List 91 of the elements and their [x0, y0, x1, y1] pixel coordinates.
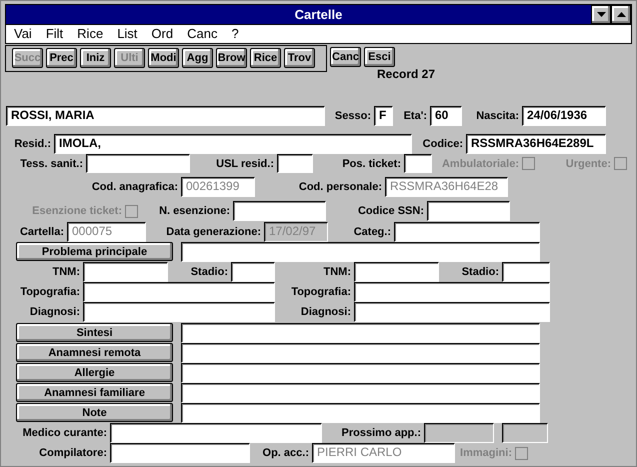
- text-field[interactable]: [277, 154, 313, 173]
- field-label: Ambulatoriale:: [440, 158, 520, 170]
- field-label: Topografia:: [290, 286, 352, 298]
- field-label: Op. acc.:: [262, 447, 310, 459]
- field-label: TNM:: [322, 266, 352, 278]
- text-field[interactable]: [354, 302, 550, 322]
- text-field[interactable]: [502, 262, 550, 282]
- text-field[interactable]: [181, 363, 540, 383]
- text-field[interactable]: [394, 222, 540, 242]
- field-label: Compilatore:: [38, 447, 108, 459]
- text-field[interactable]: 24/06/1936: [522, 106, 606, 126]
- text-field[interactable]: IMOLA,: [54, 134, 412, 154]
- field-label: Medico curante:: [22, 427, 108, 439]
- field-label: N. esenzione:: [158, 205, 231, 217]
- toolbar-button[interactable]: Brow: [216, 48, 247, 68]
- toolbar-button[interactable]: Prec: [46, 48, 77, 68]
- toolbar-button[interactable]: Trov: [284, 48, 315, 68]
- section-button[interactable]: Allergie: [16, 363, 173, 382]
- up-triangle-icon: [616, 12, 626, 17]
- field-label: Stadio:: [190, 266, 229, 278]
- field-label: Nascita:: [475, 110, 520, 122]
- text-field[interactable]: [181, 323, 540, 343]
- toolbar-button[interactable]: Agg: [182, 48, 213, 68]
- field-label: Tess. sanit.:: [19, 158, 84, 170]
- field-label: Stadio:: [460, 266, 500, 278]
- text-field[interactable]: [427, 201, 510, 221]
- maximize-button[interactable]: [611, 5, 631, 24]
- text-field[interactable]: RSSMRA36H64E289L: [466, 134, 606, 154]
- toolbar-button[interactable]: Modi: [148, 48, 179, 68]
- field-label: Categ.:: [352, 226, 392, 238]
- text-field[interactable]: PIERRI CARLO: [312, 443, 455, 463]
- field-label: Diagnosi:: [300, 306, 352, 318]
- toolbar-button[interactable]: Iniz: [80, 48, 111, 68]
- text-field[interactable]: F: [374, 106, 393, 126]
- text-field[interactable]: [83, 302, 275, 322]
- text-field[interactable]: [86, 154, 190, 173]
- section-button[interactable]: Note: [16, 403, 173, 422]
- field-label: Pos. ticket:: [341, 158, 402, 170]
- field-label: Data generazione:: [165, 226, 262, 238]
- field-label: Topografia:: [19, 286, 81, 298]
- field-label: Codice:: [422, 138, 464, 150]
- text-field[interactable]: ROSSI, MARIA: [6, 106, 325, 126]
- field-label: Immagini:: [459, 447, 513, 459]
- section-button[interactable]: Anamnesi familiare: [16, 383, 173, 402]
- text-field[interactable]: [181, 403, 540, 423]
- text-field[interactable]: [83, 262, 168, 282]
- field-label: Diagnosi:: [28, 306, 81, 318]
- toolbar-button[interactable]: Rice: [250, 48, 281, 68]
- window-title: Cartelle: [294, 6, 344, 24]
- field-label: Resid.:: [13, 138, 52, 150]
- text-field[interactable]: [233, 201, 326, 221]
- section-button[interactable]: Problema principale: [16, 242, 173, 261]
- field-label: TNM:: [52, 266, 81, 278]
- text-field[interactable]: [110, 423, 322, 443]
- text-field[interactable]: 000075: [67, 222, 146, 242]
- toolbar-button[interactable]: Esci: [364, 47, 395, 67]
- field-label: Cod. personale:: [298, 181, 383, 193]
- field-label: Sesso:: [334, 110, 372, 122]
- section-button[interactable]: Sintesi: [16, 323, 173, 342]
- menu-item[interactable]: Ord: [151, 25, 174, 43]
- menu-item[interactable]: Canc: [187, 25, 218, 43]
- text-field[interactable]: [110, 443, 250, 463]
- text-field[interactable]: [354, 282, 550, 302]
- text-field[interactable]: 60: [430, 106, 462, 126]
- section-button[interactable]: Anamnesi remota: [16, 343, 173, 362]
- field-label: Urgente:: [564, 158, 612, 170]
- field-label: Cartella:: [18, 226, 65, 238]
- toolbar-button[interactable]: Canc: [330, 47, 361, 67]
- minimize-button[interactable]: [591, 5, 611, 24]
- menu-item[interactable]: ?: [231, 25, 239, 43]
- text-field[interactable]: [354, 262, 439, 282]
- down-triangle-icon: [596, 12, 606, 17]
- text-field[interactable]: [231, 262, 275, 282]
- field-label: Prossimo app.:: [340, 427, 422, 439]
- text-field[interactable]: [181, 343, 540, 363]
- text-field[interactable]: RSSMRA36H64E28: [385, 177, 508, 197]
- field-label: Eta':: [402, 110, 428, 122]
- text-field[interactable]: [83, 282, 275, 302]
- text-field[interactable]: 00261399: [181, 177, 255, 197]
- field-label: Esenzione ticket:: [31, 205, 123, 217]
- menu-item[interactable]: Filt: [46, 25, 64, 43]
- text-field[interactable]: [181, 242, 540, 262]
- record-label: Record 27: [377, 67, 436, 81]
- field-label: Cod. anagrafica:: [90, 181, 179, 193]
- menu-item[interactable]: Vai: [14, 25, 32, 43]
- menu-item[interactable]: List: [117, 25, 138, 43]
- field-label: Codice SSN:: [356, 205, 425, 217]
- menu-item[interactable]: Rice: [77, 25, 104, 43]
- text-field[interactable]: [404, 154, 432, 173]
- text-field[interactable]: [181, 383, 540, 403]
- field-label: USL resid.:: [215, 158, 275, 170]
